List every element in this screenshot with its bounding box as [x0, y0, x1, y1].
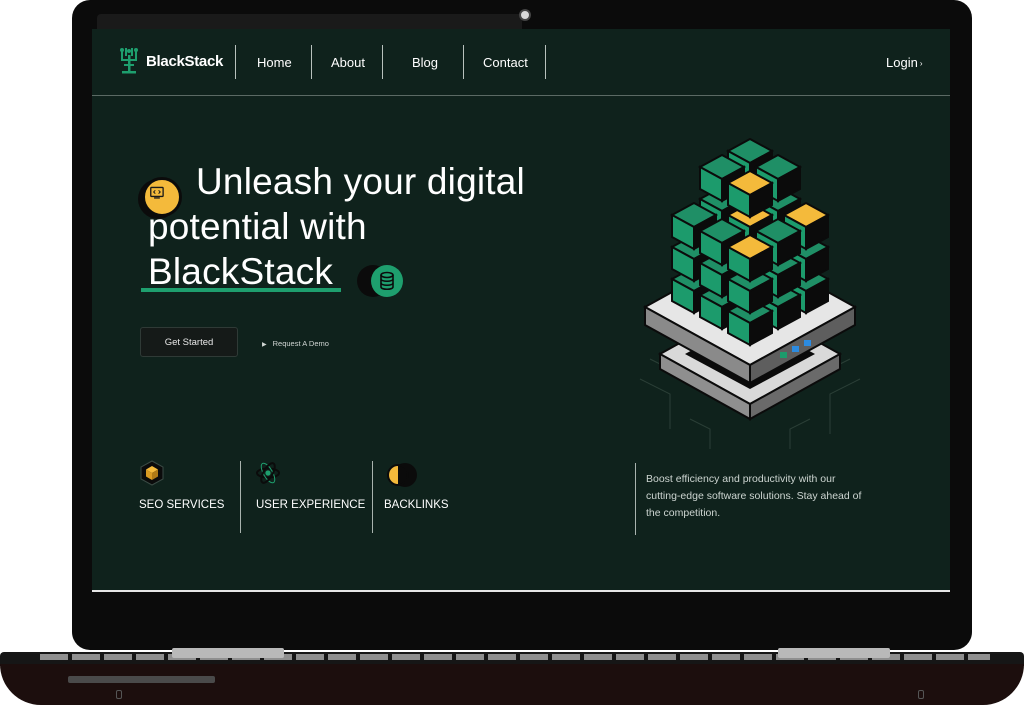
base-slot — [68, 676, 215, 683]
base-indicator — [918, 690, 924, 699]
website-screen: BlackStack Home About Blog Contact Login… — [92, 29, 950, 592]
cube-server-illustration — [639, 138, 861, 449]
database-icon — [371, 265, 403, 297]
hinge-left — [172, 648, 284, 658]
nav-divider — [235, 45, 236, 79]
feature-label-backlinks: BACKLINKS — [384, 499, 449, 511]
brand-name: BlackStack — [146, 52, 224, 70]
nav-divider — [382, 45, 383, 79]
title-underline — [141, 288, 341, 292]
nav-divider — [463, 45, 464, 79]
bezel-edge — [97, 14, 522, 30]
login-link[interactable]: Login › — [886, 55, 922, 70]
nav-link-blog[interactable]: Blog — [412, 55, 438, 70]
brand-logo[interactable]: BlackStack — [118, 47, 223, 75]
feature-backlinks[interactable]: BACKLINKS — [384, 461, 449, 511]
play-icon: ▶ — [262, 342, 267, 348]
navbar: BlackStack Home About Blog Contact Login… — [92, 29, 950, 96]
feature-label-seo: SEO SERVICES — [139, 499, 225, 511]
webcam — [519, 9, 531, 21]
laptop-base — [0, 664, 1024, 705]
nav-link-home[interactable]: Home — [257, 55, 292, 70]
screen-bottom-edge — [92, 590, 950, 592]
hero-title-line-2: potential with — [148, 206, 367, 247]
tree-logo-icon — [120, 48, 138, 74]
cube-icon — [140, 460, 164, 486]
request-demo-link[interactable]: ▶ Request A Demo — [262, 339, 329, 348]
feature-seo[interactable]: SEO SERVICES — [138, 459, 224, 511]
nav-divider — [311, 45, 312, 79]
feature-divider — [240, 461, 241, 533]
nav-divider — [545, 45, 546, 79]
chevron-right-icon: › — [919, 59, 923, 69]
hero-title-line-1: Unleash your digital — [196, 161, 525, 202]
hero-title: Unleash your digital potential with Blac… — [148, 159, 588, 294]
hero-description: Boost efficiency and productivity with o… — [646, 473, 862, 519]
feature-ux[interactable]: USER EXPERIENCE — [254, 459, 365, 511]
nav-link-about[interactable]: About — [331, 55, 365, 70]
base-indicator — [116, 690, 122, 699]
feature-divider — [372, 461, 373, 533]
description-divider — [635, 463, 636, 535]
feature-label-ux: USER EXPERIENCE — [256, 499, 366, 511]
hinge-right — [778, 648, 890, 658]
atom-icon — [256, 462, 280, 484]
half-circle-icon — [387, 463, 417, 487]
nav-link-contact[interactable]: Contact — [483, 55, 528, 70]
request-demo-label: Request A Demo — [272, 339, 329, 348]
get-started-button[interactable]: Get Started — [140, 327, 238, 357]
login-label: Login — [886, 55, 918, 70]
